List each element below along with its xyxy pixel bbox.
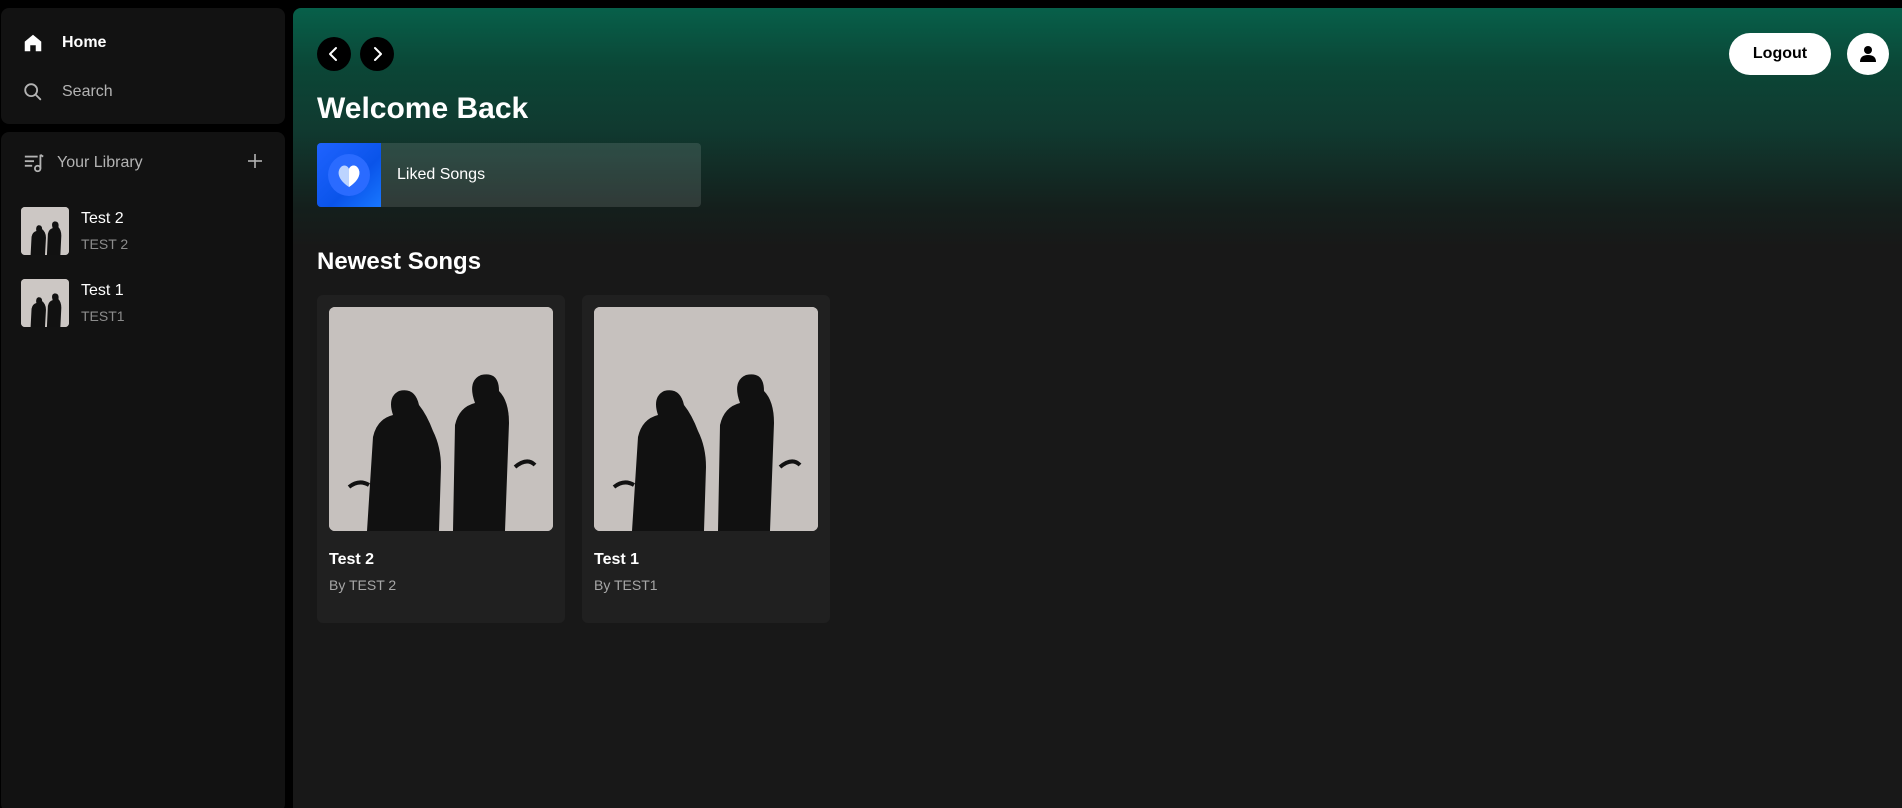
library-item[interactable]: Test 1 TEST1 [21,278,271,328]
song-title: Test 1 [594,551,640,568]
section-title: Newest Songs [317,248,482,275]
home-icon [21,31,45,55]
song-thumbnail [21,207,69,255]
library-item[interactable]: Test 2 TEST 2 [21,206,271,256]
library-item-title: Test 2 [81,210,124,227]
liked-songs-label: Liked Songs [397,166,486,183]
search-icon [21,80,45,104]
song-card[interactable]: Test 1 By TEST1 [582,295,830,623]
back-button[interactable] [317,37,351,71]
liked-songs-card[interactable]: Liked Songs [317,143,701,207]
song-card[interactable]: Test 2 By TEST 2 [317,295,565,623]
library-panel: Your Library Test 2 TEST 2 Test 1 TEST1 [1,132,285,808]
heart-icon [328,154,370,196]
user-button[interactable] [1847,33,1889,75]
sidebar-nav: Home Search [1,8,285,124]
plus-icon[interactable] [243,149,267,173]
library-item-artist: TEST 2 [81,236,129,252]
song-title: Test 2 [329,551,375,568]
sidebar-item-label: Home [62,34,107,51]
song-cover [329,307,553,531]
logout-button[interactable]: Logout [1729,33,1831,75]
library-item-artist: TEST1 [81,308,125,324]
chevron-left-icon [329,47,337,61]
app-root: Home Search Your Library Test 2 TEST 2 T… [0,0,1902,808]
library-icon[interactable] [23,152,45,174]
main-content: Logout Welcome Back Liked Songs Newest S… [293,8,1902,808]
song-artist: By TEST1 [594,577,658,593]
chevron-right-icon [374,47,382,61]
sidebar-item-search[interactable]: Search [21,78,113,106]
liked-songs-art [317,143,381,207]
library-item-title: Test 1 [81,282,124,299]
sidebar: Home Search Your Library Test 2 TEST 2 T… [1,8,285,808]
library-header: Your Library [23,149,267,177]
forward-button[interactable] [360,37,394,71]
song-thumbnail [21,279,69,327]
sidebar-item-home[interactable]: Home [21,29,106,57]
song-cover [594,307,818,531]
user-icon [1860,46,1876,62]
song-artist: By TEST 2 [329,577,397,593]
page-title: Welcome Back [317,92,529,125]
library-label[interactable]: Your Library [57,154,143,172]
sidebar-item-label: Search [62,83,113,100]
